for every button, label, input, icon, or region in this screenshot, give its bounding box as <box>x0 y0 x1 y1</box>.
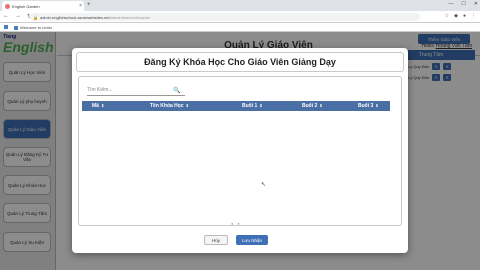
bookmark-icon <box>14 25 18 30</box>
sort-icon: ⇕ <box>259 103 263 108</box>
column-session-3[interactable]: Buổi 3 ⇕ <box>358 103 379 109</box>
minimize-icon[interactable]: — <box>448 1 453 7</box>
sort-icon: ⇕ <box>375 103 379 108</box>
column-course-name[interactable]: Tên Khóa Học ⇕ <box>150 103 189 109</box>
back-icon[interactable]: ← <box>3 13 9 20</box>
modal-body: 🔍 Mã⇕ Tên Khóa Học⇕ Buổi 1⇕ Buổi 2⇕ Buổi… <box>78 76 402 226</box>
save-label: Lưu Nhận <box>241 237 263 243</box>
window-controls: — ☐ ✕ <box>448 1 478 7</box>
browser-tab[interactable]: English Garden × <box>2 1 84 11</box>
search-input[interactable] <box>87 85 173 95</box>
column-session-1[interactable]: Buổi 1 ⇕ <box>242 103 263 109</box>
url-path: /admin/teacher/teacher <box>109 14 151 20</box>
course-table-header: Mã ⇕ Tên Khóa Học ⇕ Buổi 1 ⇕ Buổi 2 ⇕ Buổi 3… <box>82 101 390 111</box>
star-icon[interactable]: ☆ <box>445 13 449 19</box>
maximize-icon[interactable]: ☐ <box>461 1 465 7</box>
menu-icon[interactable]: ⋮ <box>471 13 476 19</box>
sort-icon: ⇕ <box>185 103 189 108</box>
search-box: 🔍 <box>87 85 185 96</box>
sort-icon: ⇕ <box>319 103 323 108</box>
mouse-cursor-icon: ↖ <box>261 182 267 188</box>
dot-icon[interactable]: ● <box>237 221 239 226</box>
column-session-2[interactable]: Buổi 2 ⇕ <box>302 103 323 109</box>
column-label: Buổi 2 <box>302 103 318 109</box>
forward-icon[interactable]: → <box>15 13 21 20</box>
lock-icon: 🔒 <box>33 14 38 20</box>
bookmarks-bar: Welcome to Linter <box>0 23 480 32</box>
new-tab-icon[interactable]: + <box>87 2 91 8</box>
address-bar: ← → ↻ 🔒 admin.englishschool.azurewebsite… <box>0 11 480 23</box>
modal-footer: Hủy Lưu Nhận <box>72 231 408 253</box>
column-label: Mã <box>92 103 99 109</box>
column-id[interactable]: Mã ⇕ <box>92 103 104 109</box>
nav-buttons: ← → ↻ <box>3 13 32 20</box>
search-icon[interactable]: 🔍 <box>173 87 180 94</box>
modal-header: Đăng Ký Khóa Học Cho Giáo Viên Giảng Dạy <box>76 52 404 72</box>
column-label: Tên Khóa Học <box>150 103 184 109</box>
toolbar-icons: ☆ ◆ ● ⋮ <box>445 13 476 19</box>
close-window-icon[interactable]: ✕ <box>474 1 478 7</box>
url-host: admin.englishschool.azurewebsites.net <box>39 14 110 20</box>
url-field[interactable]: 🔒 admin.englishschool.azurewebsites.net/… <box>30 13 420 21</box>
tab-title: English Garden <box>12 3 40 9</box>
bookmark-item[interactable]: Welcome to Linter <box>14 25 52 30</box>
dot-icon[interactable]: ● <box>231 221 233 226</box>
pagination-dots: ● ● <box>231 221 240 226</box>
register-course-modal: Đăng Ký Khóa Học Cho Giáo Viên Giảng Dạy… <box>72 48 408 253</box>
save-button[interactable]: Lưu Nhận <box>236 235 268 245</box>
modal-title: Đăng Ký Khóa Học Cho Giáo Viên Giảng Dạy <box>144 57 336 67</box>
column-label: Buổi 3 <box>358 103 374 109</box>
close-tab-icon[interactable]: × <box>79 3 84 9</box>
bookmark-label: Welcome to Linter <box>20 25 53 30</box>
extension-icon[interactable]: ◆ <box>454 13 458 19</box>
column-label: Buổi 1 <box>242 103 258 109</box>
favicon-icon <box>5 3 10 9</box>
cancel-label: Hủy <box>211 237 220 243</box>
apps-icon <box>4 25 8 29</box>
apps-bookmark[interactable] <box>4 25 8 29</box>
url-text: admin.englishschool.azurewebsites.net/ad… <box>40 15 151 20</box>
cancel-button[interactable]: Hủy <box>204 235 228 245</box>
sort-icon: ⇕ <box>100 103 105 108</box>
browser-tab-bar: English Garden × + — ☐ ✕ <box>0 0 480 11</box>
profile-icon[interactable]: ● <box>463 13 466 19</box>
